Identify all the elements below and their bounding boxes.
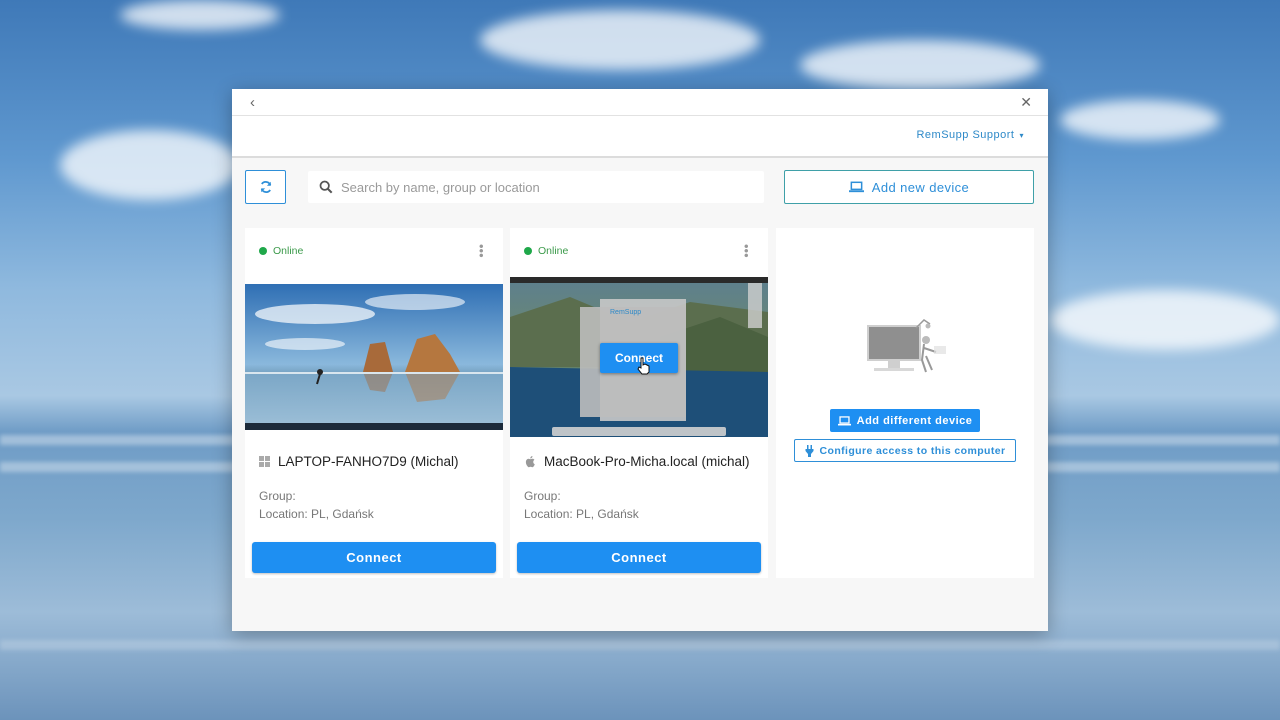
more-options-icon[interactable]: ••• xyxy=(739,244,754,258)
online-dot-icon xyxy=(259,247,267,255)
apple-icon xyxy=(525,456,535,468)
location-label: Location: PL, Gdańsk xyxy=(524,507,639,521)
add-device-card: Add different device Configure access to… xyxy=(776,228,1034,578)
cursor-hand-icon xyxy=(637,357,650,375)
account-dropdown[interactable]: RemSupp Support ▾ xyxy=(916,129,1024,141)
location-label: Location: PL, Gdańsk xyxy=(259,507,374,521)
device-name: MacBook-Pro-Micha.local (michal) xyxy=(524,454,750,469)
add-different-device-button[interactable]: Add different device xyxy=(830,409,980,432)
configure-access-button[interactable]: Configure access to this computer xyxy=(794,439,1016,462)
windows-icon xyxy=(259,456,270,467)
refresh-icon xyxy=(260,181,271,193)
close-icon[interactable]: ✕ xyxy=(1020,94,1032,111)
device-name-label: MacBook-Pro-Micha.local (michal) xyxy=(544,454,750,469)
connect-button[interactable]: Connect xyxy=(517,542,761,573)
status-label: Online xyxy=(538,245,569,257)
device-name-label: LAPTOP-FANHO7D9 (Michal) xyxy=(278,454,459,469)
laptop-icon xyxy=(848,181,864,193)
refresh-button[interactable] xyxy=(245,170,286,204)
plug-icon xyxy=(805,444,814,457)
computer-illustration-icon xyxy=(867,319,946,373)
search-input[interactable] xyxy=(341,179,741,195)
header-bar: RemSupp Support ▾ xyxy=(232,116,1048,158)
search-box xyxy=(308,171,764,203)
group-label: Group: xyxy=(259,489,296,503)
more-options-icon[interactable]: ••• xyxy=(474,244,489,258)
thumb-app-title: RemSupp xyxy=(610,309,641,316)
title-bar: ‹ ✕ xyxy=(232,89,1048,116)
status-badge: Online xyxy=(259,245,303,257)
device-meta: Group: Location: PL, Gdańsk xyxy=(524,487,639,523)
device-screen-thumbnail: RemSupp Connect xyxy=(510,277,768,437)
remsupp-window: ‹ ✕ RemSupp Support ▾ Add new device xyxy=(232,89,1048,631)
add-new-device-label: Add new device xyxy=(871,179,970,195)
caret-down-icon: ▾ xyxy=(1019,131,1024,140)
configure-access-label: Configure access to this computer xyxy=(819,444,1006,457)
account-label: RemSupp Support xyxy=(916,129,1015,141)
device-meta: Group: Location: PL, Gdańsk xyxy=(259,487,374,523)
connect-button[interactable]: Connect xyxy=(252,542,496,573)
add-different-device-label: Add different device xyxy=(856,414,973,427)
status-badge: Online xyxy=(524,245,568,257)
chevron-left-icon[interactable]: ‹ xyxy=(250,94,255,111)
device-card: Online ••• LAPTOP-FANHO7D9 (Michal) Grou… xyxy=(245,228,503,578)
laptop-icon xyxy=(837,415,851,425)
add-new-device-button[interactable]: Add new device xyxy=(784,170,1034,204)
online-dot-icon xyxy=(524,247,532,255)
search-icon xyxy=(319,180,333,194)
group-label: Group: xyxy=(524,489,561,503)
device-name: LAPTOP-FANHO7D9 (Michal) xyxy=(259,454,459,469)
device-screen-thumbnail xyxy=(245,284,503,430)
device-card: Online ••• RemSupp Connect MacBook-Pro-M… xyxy=(510,228,768,578)
status-label: Online xyxy=(273,245,304,257)
